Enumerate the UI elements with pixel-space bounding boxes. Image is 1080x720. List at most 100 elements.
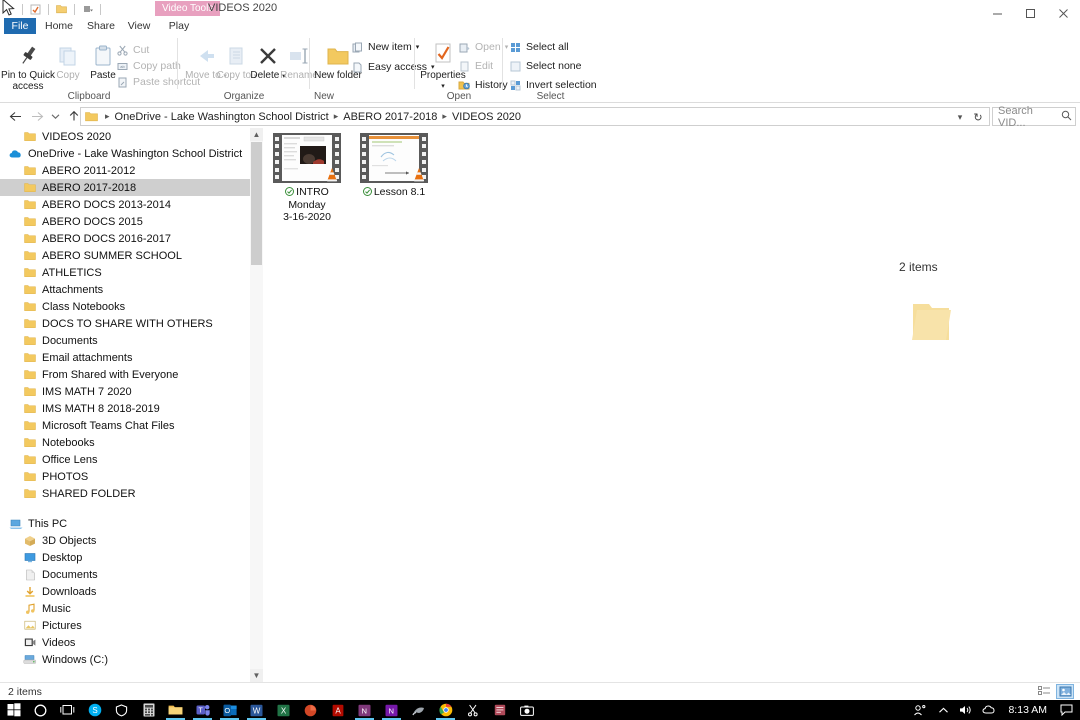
breadcrumb-item-onedrive[interactable]: OneDrive - Lake Washington School Distri… (115, 111, 329, 123)
sidebar-item-pictures[interactable]: Pictures (0, 617, 250, 634)
breadcrumb-separator-2[interactable]: ▸ (442, 111, 447, 122)
security-button[interactable] (108, 700, 135, 720)
back-button[interactable] (4, 104, 26, 128)
sidebar-item-documents[interactable]: Documents (0, 332, 250, 349)
acrobat-reader-button[interactable]: A (324, 700, 351, 720)
search-input[interactable]: Search VID... (998, 105, 1061, 129)
edit-button[interactable]: Edit (457, 58, 493, 74)
people-icon[interactable] (910, 700, 930, 720)
sidebar-item-3d-objects[interactable]: 3D Objects (0, 532, 250, 549)
sidebar-item-desktop[interactable]: Desktop (0, 549, 250, 566)
show-hidden-icons-chevron-icon[interactable] (933, 700, 953, 720)
sidebar-item-email-attachments[interactable]: Email attachments (0, 349, 250, 366)
paint-3d-button[interactable] (405, 700, 432, 720)
navigation-pane[interactable]: VIDEOS 2020 OneDrive - Lake Washington Sc… (0, 128, 250, 682)
calculator-button[interactable] (135, 700, 162, 720)
outlook-button[interactable]: O (216, 700, 243, 720)
tab-file[interactable]: File (4, 18, 36, 34)
file-explorer-button[interactable] (162, 700, 189, 720)
sidebar-item-notebooks[interactable]: Notebooks (0, 434, 250, 451)
sidebar-item-downloads[interactable]: Downloads (0, 583, 250, 600)
sidebar-item-abero-2011-2012[interactable]: ABERO 2011-2012 (0, 162, 250, 179)
sidebar-item-windows-c[interactable]: Windows (C:) (0, 651, 250, 668)
sidebar-item-attachments[interactable]: Attachments (0, 281, 250, 298)
qat-new-folder-icon[interactable] (53, 1, 70, 18)
breadcrumb-item-abero[interactable]: ABERO 2017-2018 (343, 111, 437, 123)
sidebar-item-ims-math-8-2018-2019[interactable]: IMS MATH 8 2018-2019 (0, 400, 250, 417)
breadcrumb-separator-1[interactable]: ▸ (334, 111, 339, 122)
file-item-intro[interactable]: INTRO Monday 3-16-2020 (264, 133, 350, 223)
sidebar-item-docs-to-share-with-others[interactable]: DOCS TO SHARE WITH OTHERS (0, 315, 250, 332)
tab-share[interactable]: Share (82, 18, 120, 34)
open-button[interactable]: Open ▾ (457, 39, 508, 55)
breadcrumb-item-videos-2020[interactable]: VIDEOS 2020 (452, 111, 521, 123)
skype-button[interactable]: S (81, 700, 108, 720)
sidebar-item-documents[interactable]: Documents (0, 566, 250, 583)
scrollbar-thumb[interactable] (251, 142, 262, 265)
large-icons-view-button[interactable] (1056, 684, 1074, 699)
start-button[interactable] (0, 700, 27, 720)
taskbar-clock[interactable]: 8:13 AM (1002, 704, 1053, 716)
tab-play[interactable]: Play (160, 18, 198, 34)
sidebar-item-athletics[interactable]: ATHLETICS (0, 264, 250, 281)
scroll-up-arrow[interactable]: ▲ (250, 128, 263, 141)
onedrive-tray-icon[interactable] (979, 700, 999, 720)
sidebar-item-abero-docs-2016-2017[interactable]: ABERO DOCS 2016-2017 (0, 230, 250, 247)
snip-sketch-button[interactable] (459, 700, 486, 720)
sidebar-item-abero-docs-2015[interactable]: ABERO DOCS 2015 (0, 213, 250, 230)
sidebar-item-photos[interactable]: PHOTOS (0, 468, 250, 485)
sidebar-item-abero-2017-2018[interactable]: ABERO 2017-2018 (0, 179, 250, 196)
sidebar-item-shared-folder[interactable]: SHARED FOLDER (0, 485, 250, 502)
google-chrome-button[interactable] (432, 700, 459, 720)
sidebar-item-videos[interactable]: Videos (0, 634, 250, 651)
sidebar-item-from-shared-with-everyone[interactable]: From Shared with Everyone (0, 366, 250, 383)
sidebar-item-label: This PC (28, 517, 68, 530)
forward-button[interactable] (26, 104, 48, 128)
details-view-button[interactable] (1035, 684, 1053, 699)
recent-locations-button[interactable] (48, 104, 63, 128)
excel-button[interactable]: X (270, 700, 297, 720)
qat-properties-icon[interactable] (27, 1, 44, 18)
camera-button[interactable] (513, 700, 540, 720)
navigation-pane-scrollbar[interactable]: ▲ ▼ (250, 128, 263, 682)
sidebar-item-abero-summer-school[interactable]: ABERO SUMMER SCHOOL (0, 247, 250, 264)
sidebar-item-music[interactable]: Music (0, 600, 250, 617)
search-box[interactable]: Search VID... (992, 105, 1076, 129)
scroll-down-arrow[interactable]: ▼ (250, 669, 263, 682)
cortana-button[interactable] (27, 700, 54, 720)
sidebar-item-label: Pictures (42, 619, 82, 632)
sidebar-item-office-lens[interactable]: Office Lens (0, 451, 250, 468)
refresh-icon[interactable]: ↻ (970, 111, 986, 124)
breadcrumb-bar[interactable]: ▸ OneDrive - Lake Washington School Dist… (80, 107, 990, 126)
select-all-button[interactable]: Select all (508, 39, 569, 55)
select-none-button[interactable]: Select none (508, 58, 581, 74)
action-center-icon[interactable] (1056, 700, 1076, 720)
sidebar-item-this-pc[interactable]: This PC (0, 515, 250, 532)
sidebar-item-videos-2020[interactable]: VIDEOS 2020 (0, 128, 250, 145)
file-item-lesson-81[interactable]: Lesson 8.1 (351, 133, 437, 199)
file-list-pane[interactable]: INTRO Monday 3-16-2020 Lesson 8.1 (264, 128, 1080, 682)
qat-customize-dropdown[interactable] (79, 1, 96, 18)
onenote-button[interactable]: N (351, 700, 378, 720)
path-dropdown-chevron-icon[interactable]: ▾ (953, 112, 967, 123)
sidebar-item-class-notebooks[interactable]: Class Notebooks (0, 298, 250, 315)
sidebar-item-abero-docs-2013-2014[interactable]: ABERO DOCS 2013-2014 (0, 196, 250, 213)
word-button[interactable]: W (243, 700, 270, 720)
cut-button[interactable]: Cut (115, 42, 149, 58)
powerpoint-button[interactable] (297, 700, 324, 720)
task-view-button[interactable] (54, 700, 81, 720)
sidebar-item-onedrive-lake-washington-school-district[interactable]: OneDrive - Lake Washington School Distri… (0, 145, 250, 162)
copy-path-button[interactable]: ab Copy path (115, 58, 181, 74)
onenote-2016-button[interactable]: N (378, 700, 405, 720)
tab-home[interactable]: Home (40, 18, 78, 34)
tab-view[interactable]: View (122, 18, 156, 34)
sidebar-item-ims-math-7-2020[interactable]: IMS MATH 7 2020 (0, 383, 250, 400)
new-item-button[interactable]: New item ▾ (350, 39, 419, 55)
search-icon[interactable] (1061, 110, 1072, 124)
sidebar-item-microsoft-teams-chat-files[interactable]: Microsoft Teams Chat Files (0, 417, 250, 434)
volume-icon[interactable] (956, 700, 976, 720)
sticky-notes-button[interactable] (486, 700, 513, 720)
folder-icon (22, 350, 38, 366)
microsoft-teams-button[interactable]: T (189, 700, 216, 720)
view-mode-buttons (1035, 684, 1074, 699)
